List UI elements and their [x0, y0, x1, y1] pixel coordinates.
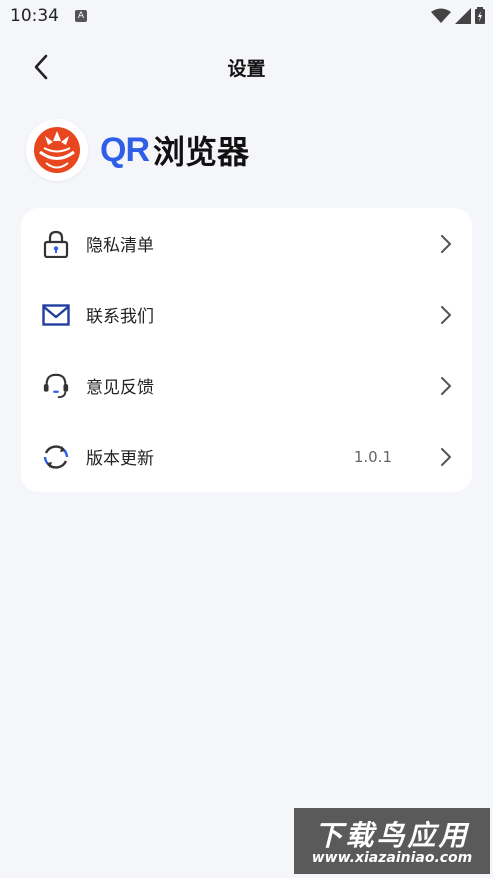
chevron-right-icon	[438, 447, 454, 467]
menu-item-feedback[interactable]: 意见反馈	[21, 350, 472, 421]
brand-name: QR 浏览器	[100, 127, 249, 173]
watermark-url: www.xiazainiao.com	[311, 850, 473, 866]
status-icons	[431, 7, 485, 24]
watermark: 下载鸟应用 www.xiazainiao.com	[294, 808, 490, 874]
status-time: 10:34	[10, 6, 59, 26]
battery-icon	[475, 7, 485, 24]
menu-item-label: 版本更新	[86, 449, 154, 469]
menu-item-version-update[interactable]: 版本更新 1.0.1	[21, 421, 472, 492]
chevron-right-icon	[438, 376, 454, 396]
orange-slice-logo	[34, 127, 80, 173]
app-bar: 设置	[0, 40, 493, 92]
settings-card: 隐私清单 联系我们 意见反馈 版本更新 1.0.1	[21, 208, 472, 492]
menu-item-privacy-list[interactable]: 隐私清单	[21, 208, 472, 279]
chevron-right-icon	[438, 234, 454, 254]
menu-item-label: 隐私清单	[86, 236, 154, 256]
brand-title: 浏览器	[153, 133, 250, 171]
wifi-icon	[431, 8, 451, 23]
menu-item-contact-us[interactable]: 联系我们	[21, 279, 472, 350]
signal-icon	[455, 7, 471, 24]
page-title: 设置	[227, 58, 266, 80]
brand-header: QR 浏览器	[26, 118, 249, 182]
mail-icon	[42, 301, 70, 329]
refresh-icon	[42, 443, 70, 471]
chevron-right-icon	[438, 305, 454, 325]
app-logo	[26, 119, 88, 181]
lock-icon	[42, 230, 70, 258]
brand-qr-text: QR	[100, 130, 150, 169]
status-bar: 10:34 A	[0, 0, 493, 34]
notification-icon: A	[75, 10, 87, 22]
menu-item-label: 联系我们	[86, 307, 154, 327]
version-value: 1.0.1	[353, 447, 392, 466]
headset-icon	[42, 372, 70, 400]
watermark-title: 下载鸟应用	[314, 819, 470, 852]
menu-item-label: 意见反馈	[86, 378, 154, 398]
